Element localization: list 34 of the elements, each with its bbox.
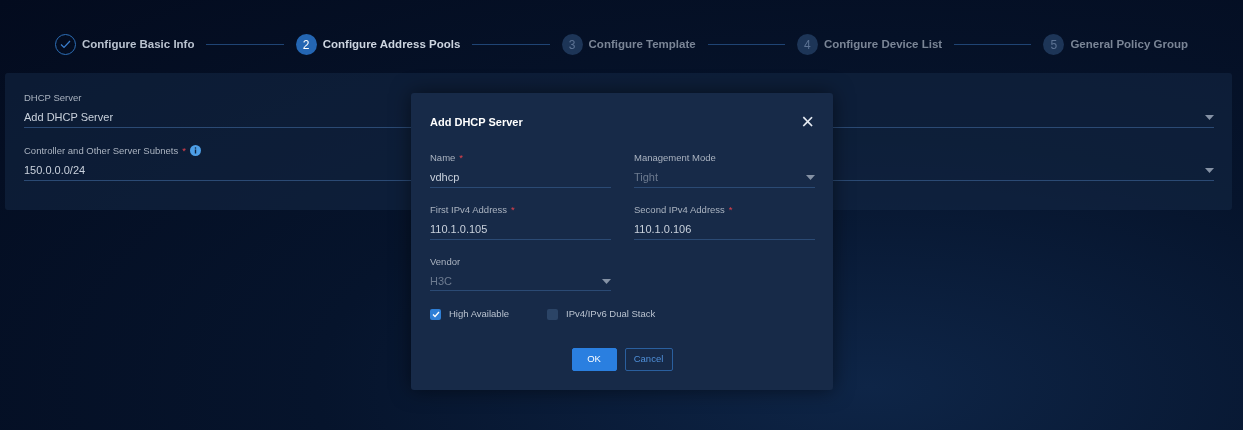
cancel-button[interactable]: Cancel bbox=[624, 347, 673, 371]
checkbox[interactable] bbox=[430, 308, 441, 320]
step-number[interactable]: 4 bbox=[796, 34, 818, 55]
dialog-title: Add DHCP Server bbox=[430, 114, 523, 130]
input-field[interactable]: 110.1.0.105 bbox=[430, 221, 611, 240]
ok-button[interactable]: OK bbox=[571, 347, 617, 371]
field-label: Second IPv4 Address bbox=[634, 202, 725, 217]
field-label: DHCP Server bbox=[24, 91, 82, 105]
input-field[interactable]: 110.1.0.106 bbox=[634, 221, 815, 240]
step-label[interactable]: Configure Template bbox=[588, 35, 696, 54]
step-number[interactable]: 2 bbox=[295, 34, 317, 55]
dropdown-caret-icon[interactable] bbox=[1205, 115, 1214, 120]
required-mark: * bbox=[728, 202, 733, 217]
step-number[interactable]: 5 bbox=[1043, 34, 1065, 55]
step-number[interactable]: 3 bbox=[561, 34, 583, 55]
step-label[interactable]: Configure Address Pools bbox=[322, 35, 461, 54]
field-label: Name bbox=[430, 151, 456, 165]
field-label: Management Mode bbox=[634, 151, 716, 165]
close-button[interactable]: × bbox=[801, 111, 814, 133]
field-label: Controller and Other Server Subnets bbox=[24, 143, 179, 158]
required-mark: * bbox=[182, 143, 186, 158]
checkbox-label: IPv4/IPv6 Dual Stack bbox=[566, 307, 656, 322]
checkbox-label: High Available bbox=[449, 307, 510, 322]
step-label[interactable]: Configure Basic Info bbox=[82, 35, 195, 54]
required-mark: * bbox=[511, 202, 515, 217]
dropdown-caret-icon[interactable] bbox=[1205, 167, 1214, 173]
field-label: Vendor bbox=[430, 254, 461, 269]
required-mark: * bbox=[459, 151, 464, 165]
step-label[interactable]: Configure Device List bbox=[823, 35, 943, 54]
input-field[interactable]: vdhcp bbox=[430, 169, 611, 188]
step-label[interactable]: General Policy Group bbox=[1070, 35, 1188, 54]
info-icon[interactable] bbox=[189, 145, 201, 157]
field-label: First IPv4 Address bbox=[430, 202, 508, 217]
checkbox[interactable] bbox=[547, 308, 559, 320]
